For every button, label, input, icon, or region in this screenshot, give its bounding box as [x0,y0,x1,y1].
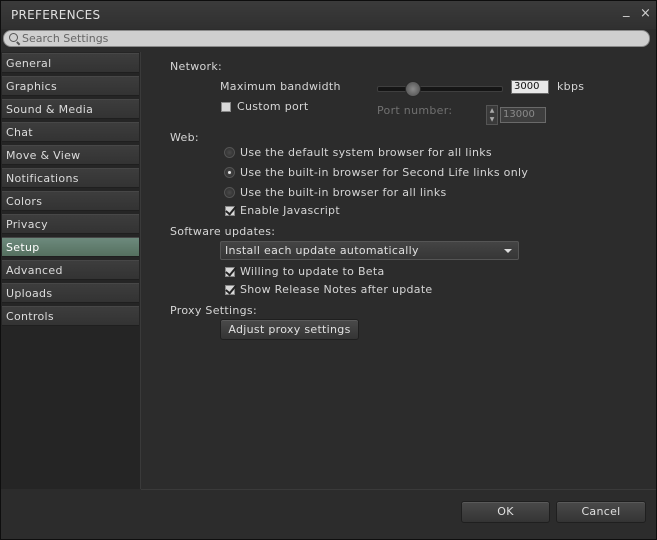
network-heading: Network: [170,60,223,73]
sidebar-item-controls[interactable]: Controls [2,306,139,326]
port-number-label: Port number: [377,104,453,117]
beta-update-checkbox[interactable] [225,267,235,277]
bandwidth-slider-knob[interactable] [405,81,421,97]
web-heading: Web: [170,131,199,144]
radio-builtin-sl-links[interactable] [224,167,235,178]
radio-builtin-all-links-label: Use the built-in browser for all links [240,186,447,199]
custom-port-label: Custom port [237,100,309,113]
release-notes-label: Show Release Notes after update [240,283,433,296]
sidebar-item-privacy[interactable]: Privacy [2,214,139,234]
sidebar-item-graphics[interactable]: Graphics [2,76,139,96]
bandwidth-unit: kbps [557,80,585,93]
radio-default-browser-label: Use the default system browser for all l… [240,146,492,159]
bandwidth-slider-track[interactable] [377,86,503,92]
update-mode-value: Install each update automatically [225,244,419,257]
sidebar-item-move-view[interactable]: Move & View [2,145,139,165]
radio-builtin-sl-links-label: Use the built-in browser for Second Life… [240,166,529,179]
search-bar[interactable] [3,30,650,47]
footer-divider [141,489,656,490]
close-icon[interactable]: × [640,6,651,21]
radio-builtin-all-links[interactable] [224,187,235,198]
sidebar-item-general[interactable]: General [2,53,139,73]
bandwidth-label: Maximum bandwidth [220,80,341,93]
beta-update-label: Willing to update to Beta [240,265,385,278]
search-icon [9,33,18,42]
title-bar[interactable]: PREFERENCES _ × [1,1,656,29]
port-number-field[interactable]: 13000 [500,107,546,123]
sidebar-item-notifications[interactable]: Notifications [2,168,139,188]
updates-heading: Software updates: [170,225,276,238]
port-spinner[interactable]: ▲ ▼ [486,105,498,125]
setup-panel: Network: Maximum bandwidth 3000 kbps Cus… [141,52,656,489]
enable-javascript-label: Enable Javascript [240,204,340,217]
sidebar-item-colors[interactable]: Colors [2,191,139,211]
sidebar: General Graphics Sound & Media Chat Move… [1,52,141,489]
window-title: PREFERENCES [11,8,101,22]
custom-port-checkbox[interactable] [221,102,231,112]
radio-default-browser[interactable] [224,147,235,158]
sidebar-item-chat[interactable]: Chat [2,122,139,142]
ok-button[interactable]: OK [461,501,550,523]
adjust-proxy-button[interactable]: Adjust proxy settings [220,319,359,340]
sidebar-item-uploads[interactable]: Uploads [2,283,139,303]
minimize-icon[interactable]: _ [623,3,630,18]
sidebar-item-sound-media[interactable]: Sound & Media [2,99,139,119]
release-notes-checkbox[interactable] [225,285,235,295]
cancel-button[interactable]: Cancel [556,501,646,523]
search-input[interactable] [22,31,642,46]
chevron-down-icon [504,249,512,253]
update-mode-dropdown[interactable]: Install each update automatically [220,241,519,260]
preferences-window: PREFERENCES _ × General Graphics Sound &… [0,0,657,540]
sidebar-item-advanced[interactable]: Advanced [2,260,139,280]
bandwidth-field[interactable]: 3000 [511,80,549,94]
sidebar-item-setup[interactable]: Setup [2,237,139,257]
proxy-heading: Proxy Settings: [170,304,257,317]
enable-javascript-checkbox[interactable] [225,206,235,216]
